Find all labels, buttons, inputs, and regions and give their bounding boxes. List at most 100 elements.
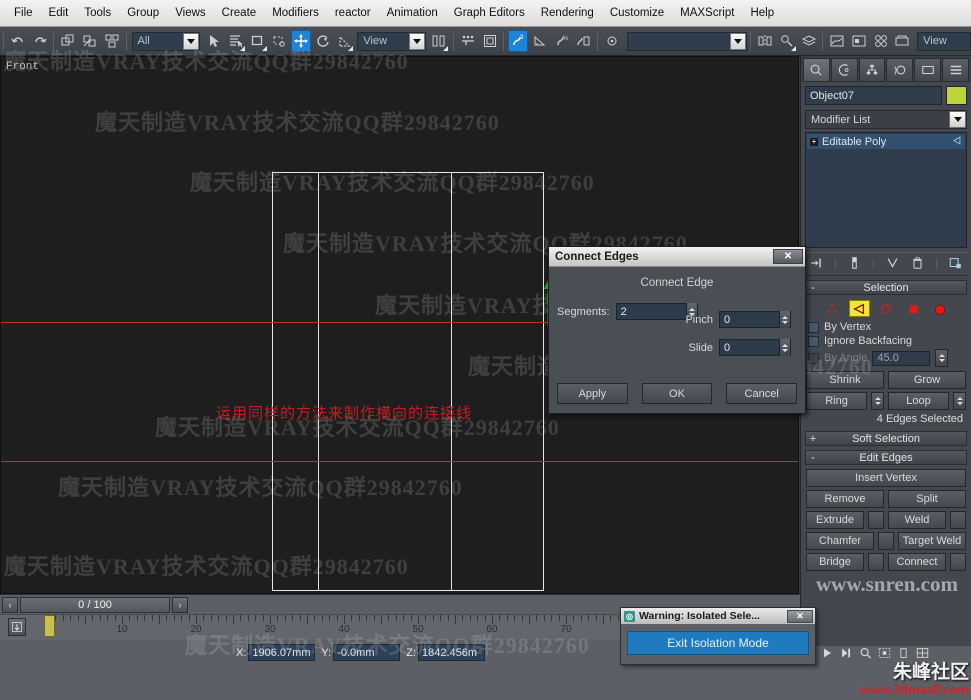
soft-selection-rollout-header[interactable]: + Soft Selection (805, 431, 967, 446)
pinch-input[interactable] (720, 313, 779, 326)
menu-item-maxscript[interactable]: MAXScript (672, 4, 742, 22)
ring-button[interactable]: Ring (806, 392, 867, 410)
prev-frame-button[interactable]: ‹ (2, 596, 18, 613)
object-color-swatch[interactable] (946, 86, 967, 105)
object-name-field[interactable]: Object07 (805, 86, 942, 105)
snap-toggle-icon[interactable]: 3 (508, 30, 529, 52)
selection-rollout-header[interactable]: - Selection (805, 280, 967, 295)
modifier-stack[interactable]: + Editable Poly (805, 132, 967, 248)
target-weld-button[interactable]: Target Weld (898, 532, 966, 550)
material-editor-icon[interactable] (871, 30, 891, 52)
chamfer-button[interactable]: Chamfer (806, 532, 874, 550)
animation-mode-toggle-icon[interactable] (8, 618, 26, 636)
isolation-warning-dialog[interactable]: ◎ Warning: Isolated Sele... ✕ Exit Isola… (620, 607, 816, 665)
expand-icon[interactable]: + (806, 433, 820, 445)
by-angle-spinner[interactable] (935, 349, 949, 367)
collapse-icon[interactable]: - (806, 282, 820, 294)
menu-item-rendering[interactable]: Rendering (533, 4, 602, 22)
spinner-snap-icon[interactable] (574, 30, 594, 52)
border-icon[interactable] (876, 300, 897, 317)
loop-spinner[interactable] (953, 392, 966, 410)
light-bulb-icon[interactable] (951, 135, 962, 149)
spinner-arrows[interactable] (779, 311, 790, 328)
edit-edges-rollout-header[interactable]: - Edit Edges (805, 450, 967, 465)
menu-item-tools[interactable]: Tools (76, 4, 119, 22)
next-frame-button[interactable]: › (172, 596, 188, 613)
menu-item-edit[interactable]: Edit (41, 4, 77, 22)
keyboard-shortcut-override-icon[interactable] (480, 30, 500, 52)
by-angle-row[interactable]: By Angle 45.0 (801, 348, 971, 368)
menu-item-graph-editors[interactable]: Graph Editors (446, 4, 533, 22)
chevron-down-icon[interactable] (949, 111, 966, 128)
select-and-rotate-icon[interactable] (313, 30, 333, 52)
ref-coord-system-combo[interactable]: View (357, 31, 427, 51)
connect-settings-button[interactable] (950, 553, 966, 571)
configure-sets-icon[interactable] (948, 256, 963, 273)
schematic-view-icon[interactable] (849, 30, 869, 52)
pinch-spinner[interactable] (719, 311, 791, 328)
play-animation-icon[interactable] (820, 646, 835, 663)
hierarchy-tab-icon[interactable] (858, 58, 886, 82)
make-unique-icon[interactable] (885, 256, 900, 273)
viewport-layout-combo[interactable]: View (917, 31, 971, 51)
named-selection-sets-combo[interactable] (626, 31, 748, 51)
split-button[interactable]: Split (888, 490, 966, 508)
y-field[interactable]: -0.0mm (333, 644, 401, 661)
polygon-icon[interactable] (903, 300, 924, 317)
ignore-backfacing-checkbox-row[interactable]: Ignore Backfacing (801, 334, 971, 348)
exit-isolation-mode-button[interactable]: Exit Isolation Mode (627, 631, 809, 655)
x-field[interactable]: 1906.07mm (248, 644, 316, 661)
insert-vertex-button[interactable]: Insert Vertex (806, 469, 966, 487)
undo-icon[interactable] (8, 30, 28, 52)
ring-spinner[interactable] (871, 392, 884, 410)
by-vertex-checkbox[interactable] (808, 321, 819, 333)
extrude-settings-button[interactable] (868, 511, 884, 529)
menu-item-modifiers[interactable]: Modifiers (264, 4, 327, 22)
modifier-list-dropdown[interactable]: Modifier List (805, 110, 967, 129)
edge-icon[interactable] (848, 300, 870, 317)
menu-item-help[interactable]: Help (742, 4, 782, 22)
layer-manager-icon[interactable] (799, 30, 819, 52)
display-tab-icon[interactable] (914, 58, 942, 82)
maximize-viewport-icon[interactable] (915, 646, 930, 663)
close-icon[interactable]: ✕ (773, 249, 803, 264)
cancel-button[interactable]: Cancel (726, 383, 798, 404)
apply-button[interactable]: Apply (557, 383, 628, 404)
frame-display[interactable]: 0 / 100 (20, 596, 170, 613)
select-and-manipulate-icon[interactable] (458, 30, 478, 52)
menu-item-reactor[interactable]: reactor (327, 4, 379, 22)
redo-icon[interactable] (30, 30, 50, 52)
dialog-titlebar[interactable]: Connect Edges ✕ (549, 247, 805, 267)
align-icon[interactable] (777, 30, 797, 52)
chevron-down-icon[interactable] (183, 32, 200, 50)
bind-space-warp-icon[interactable] (102, 30, 122, 52)
z-field[interactable]: 1842.456m (417, 644, 485, 661)
select-and-move-icon[interactable] (291, 30, 311, 52)
menu-item-animation[interactable]: Animation (379, 4, 446, 22)
bridge-settings-button[interactable] (868, 553, 884, 571)
ok-button[interactable]: OK (641, 383, 713, 404)
grow-button[interactable]: Grow (888, 371, 966, 389)
use-pivot-center-icon[interactable] (429, 30, 449, 52)
pan-view-icon[interactable] (896, 646, 911, 663)
shrink-button[interactable]: Shrink (806, 371, 884, 389)
collapse-icon[interactable]: - (806, 452, 820, 464)
extrude-button[interactable]: Extrude (806, 511, 864, 529)
curve-editor-icon[interactable] (827, 30, 847, 52)
menu-item-file[interactable]: File (6, 4, 41, 22)
chevron-down-icon[interactable] (730, 32, 747, 50)
stack-item-editable-poly[interactable]: + Editable Poly (807, 134, 965, 149)
bridge-button[interactable]: Bridge (806, 553, 864, 571)
utilities-tab-icon[interactable] (942, 58, 969, 82)
remove-button[interactable]: Remove (806, 490, 884, 508)
create-tab-icon[interactable] (803, 58, 830, 82)
ignore-backfacing-checkbox[interactable] (808, 335, 819, 347)
by-angle-checkbox[interactable] (808, 352, 819, 364)
remove-modifier-icon[interactable] (910, 256, 925, 273)
percent-snap-icon[interactable]: % (552, 30, 572, 52)
weld-settings-button[interactable] (950, 511, 966, 529)
slide-input[interactable] (720, 341, 779, 354)
chevron-down-icon[interactable] (409, 32, 426, 50)
selection-filter-combo[interactable]: All (131, 31, 201, 51)
select-object-icon[interactable] (204, 30, 224, 52)
